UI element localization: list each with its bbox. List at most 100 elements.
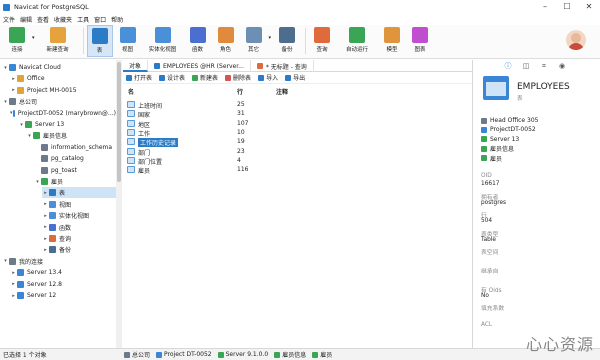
tree-item[interactable]: ▾ 我的连接 bbox=[2, 256, 116, 267]
menu-item[interactable]: 编辑 bbox=[20, 15, 32, 24]
tab-2[interactable]: * 无标题 - 查询 bbox=[251, 60, 314, 72]
toolbar-button-4[interactable]: 实体化视图 bbox=[143, 25, 183, 57]
expanded-arrow-icon[interactable]: ▾ bbox=[34, 179, 41, 185]
minimize-icon[interactable]: – bbox=[534, 0, 556, 14]
collapsed-arrow-icon[interactable]: ▸ bbox=[42, 224, 49, 230]
menu-item[interactable]: 收藏夹 bbox=[54, 15, 72, 24]
toolbar-button-6[interactable]: 角色 bbox=[213, 25, 239, 57]
tree-item-label: 视图 bbox=[59, 201, 72, 209]
table-row[interactable]: 雇员 116 bbox=[123, 165, 472, 175]
tree-item-label: Navicat Cloud bbox=[19, 64, 61, 71]
tree-item-label: Server 13 bbox=[35, 121, 65, 128]
collapsed-arrow-icon[interactable]: ▸ bbox=[42, 201, 49, 207]
table-row[interactable]: 部门位置 4 bbox=[123, 156, 472, 166]
maximize-icon[interactable]: ☐ bbox=[556, 0, 578, 14]
tree-item[interactable]: ▾ 总公司 bbox=[2, 96, 116, 107]
menu-item[interactable]: 窗口 bbox=[94, 15, 106, 24]
toolbar-button-0[interactable]: 连接 bbox=[4, 25, 30, 57]
ddl-icon[interactable]: ◫ bbox=[521, 61, 531, 71]
tree-item[interactable]: ▾ 雇员 bbox=[34, 176, 116, 187]
tree-item[interactable]: information_schema bbox=[34, 142, 116, 153]
menu-item[interactable]: 文件 bbox=[3, 15, 15, 24]
object-toolbar-label: 新建表 bbox=[200, 75, 219, 82]
toolbar-button-7[interactable]: 其它 bbox=[241, 25, 267, 57]
collapsed-arrow-icon[interactable]: ▸ bbox=[42, 247, 49, 253]
table-row[interactable]: 部门 23 bbox=[123, 147, 472, 157]
tree-item[interactable]: ▾ 雇员信息 bbox=[26, 130, 116, 141]
collapsed-arrow-icon[interactable]: ▸ bbox=[42, 213, 49, 219]
status-crumb: Server 9.1.0.0 bbox=[217, 350, 269, 359]
tree-item[interactable]: ▸ 查询 bbox=[42, 233, 116, 244]
toolbar-button-3[interactable]: 视图 bbox=[115, 25, 141, 57]
tab-label: 对象 bbox=[129, 62, 142, 70]
tree-item[interactable]: ▸ Office bbox=[10, 73, 116, 84]
object-toolbar-button-2[interactable]: 新建表 bbox=[192, 73, 218, 82]
tab-1[interactable]: EMPLOYEES @HR (Server... bbox=[148, 60, 251, 72]
table-row[interactable]: 工作 10 bbox=[123, 128, 472, 138]
toolbar-button-2[interactable]: 表 bbox=[86, 25, 113, 57]
tree-item[interactable]: ▸ 备份 bbox=[42, 244, 116, 255]
expanded-arrow-icon[interactable]: ▾ bbox=[18, 122, 25, 128]
table-icon bbox=[127, 147, 135, 155]
tree-item[interactable]: ▾ ProjectDT-0052 (marybrown@...) bbox=[10, 108, 116, 119]
other-icon bbox=[245, 27, 262, 43]
toolbar-button-5[interactable]: 函数 bbox=[185, 25, 211, 57]
collapsed-arrow-icon[interactable]: ▸ bbox=[10, 76, 17, 82]
toolbar-button-8[interactable]: 备份 bbox=[274, 25, 300, 57]
expanded-arrow-icon[interactable]: ▾ bbox=[26, 133, 33, 139]
collapsed-arrow-icon[interactable]: ▸ bbox=[10, 87, 17, 93]
collapsed-arrow-icon[interactable]: ▸ bbox=[10, 293, 17, 299]
tree-item[interactable]: pg_toast bbox=[34, 165, 116, 176]
tree-item[interactable]: ▸ 实体化视图 bbox=[42, 210, 116, 221]
navigation-pane: ▾ Navicat Cloud ▸ Office ▸ Project MH-0015 ▾ 总公… bbox=[0, 60, 122, 348]
tree-item[interactable]: ▸ Server 13.4 bbox=[10, 267, 116, 278]
collapsed-arrow-icon[interactable]: ▸ bbox=[42, 236, 49, 242]
menu-item[interactable]: 工具 bbox=[77, 15, 89, 24]
tab-0[interactable]: 对象 bbox=[123, 60, 149, 72]
toolbar-button-1[interactable]: 新建查询 bbox=[38, 25, 78, 57]
table-row[interactable]: 国家 31 bbox=[123, 109, 472, 119]
toolbar-button-9[interactable]: 查询 bbox=[309, 25, 335, 57]
column-header-name[interactable]: 名 bbox=[128, 87, 134, 96]
collapsed-arrow-icon[interactable]: ▸ bbox=[10, 270, 17, 276]
expanded-arrow-icon[interactable]: ▾ bbox=[2, 65, 9, 71]
menu-item[interactable]: 查看 bbox=[37, 15, 49, 24]
tree-item[interactable]: ▸ Project MH-0015 bbox=[10, 85, 116, 96]
object-toolbar-button-0[interactable]: 打开表 bbox=[126, 73, 152, 82]
toolbar-button-10[interactable]: 自动运行 bbox=[337, 25, 377, 57]
tree-item[interactable]: ▸ Server 12.8 bbox=[10, 279, 116, 290]
toolbar-button-12[interactable]: 图表 bbox=[407, 25, 433, 57]
object-toolbar-button-4[interactable]: 导入 bbox=[258, 73, 278, 82]
object-toolbar-button-1[interactable]: 设计表 bbox=[159, 73, 185, 82]
table-row[interactable]: 地区 107 bbox=[123, 119, 472, 129]
tree-item[interactable]: ▸ 表 bbox=[42, 187, 116, 199]
collapsed-arrow-icon[interactable]: ▸ bbox=[10, 281, 17, 287]
tree-item[interactable]: ▸ 函数 bbox=[42, 222, 116, 233]
tree-item[interactable]: ▾ Server 13 bbox=[18, 119, 116, 130]
object-toolbar-button-5[interactable]: 导出 bbox=[285, 73, 305, 82]
column-header-rows[interactable]: 行 bbox=[237, 87, 243, 96]
chevron-down-icon[interactable]: ▾ bbox=[32, 35, 35, 41]
toolbar-button-11[interactable]: 模型 bbox=[379, 25, 405, 57]
table-row[interactable]: 上班时间 25 bbox=[123, 100, 472, 110]
close-icon[interactable]: ✕ bbox=[578, 0, 600, 14]
object-toolbar-button-3[interactable]: 删除表 bbox=[225, 73, 251, 82]
scrollbar-thumb[interactable] bbox=[117, 62, 121, 182]
tree-item[interactable]: ▾ Navicat Cloud bbox=[2, 62, 116, 73]
column-header-comment[interactable]: 注释 bbox=[276, 87, 288, 96]
collapsed-arrow-icon[interactable]: ▸ bbox=[42, 190, 49, 196]
chevron-down-icon[interactable]: ▾ bbox=[269, 35, 272, 41]
expanded-arrow-icon[interactable]: ▾ bbox=[2, 258, 9, 264]
tree-item[interactable]: ▸ Server 12 bbox=[10, 290, 116, 301]
tree-item[interactable]: ▸ 视图 bbox=[42, 199, 116, 210]
dependency-icon[interactable]: ⌗ bbox=[539, 61, 549, 71]
navigation-scrollbar[interactable] bbox=[116, 60, 122, 348]
status-crumb-label: Server 9.1.0.0 bbox=[225, 351, 269, 358]
tree-item[interactable]: pg_catalog bbox=[34, 153, 116, 164]
expanded-arrow-icon[interactable]: ▾ bbox=[2, 99, 9, 105]
info-icon[interactable]: ⓘ bbox=[503, 61, 513, 71]
menu-item[interactable]: 帮助 bbox=[111, 15, 123, 24]
preview-icon[interactable]: ◉ bbox=[557, 61, 567, 71]
table-row[interactable]: 工作历史记录 19 bbox=[123, 137, 472, 148]
user-avatar[interactable] bbox=[566, 30, 586, 50]
